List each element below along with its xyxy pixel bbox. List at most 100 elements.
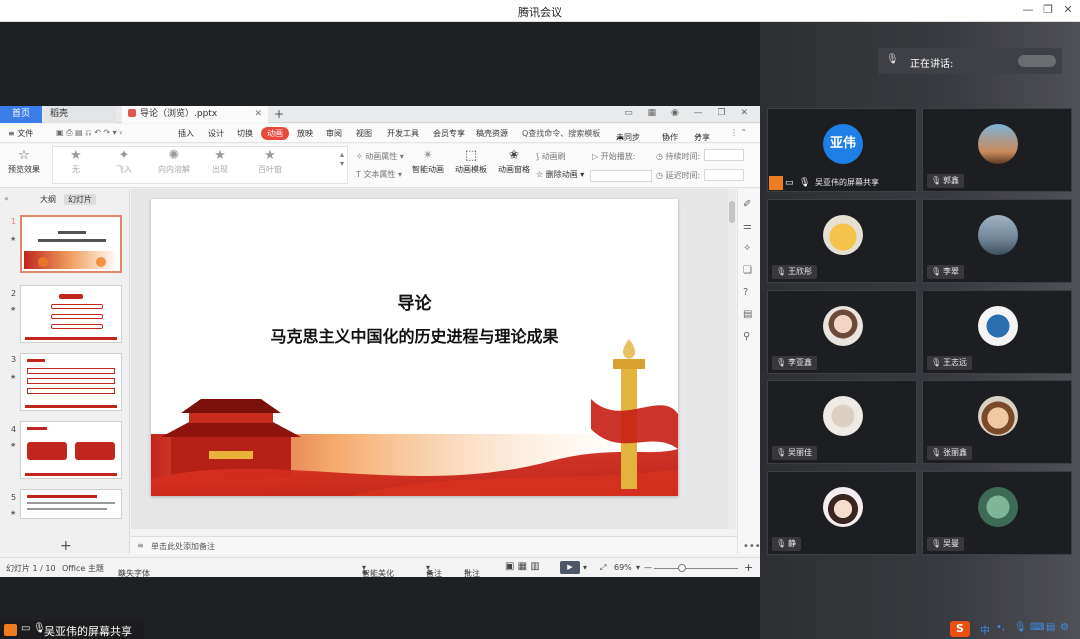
add-slide-icon[interactable]: + [60, 538, 72, 554]
menu-design[interactable]: 设计 [208, 128, 224, 139]
collapse-panel-icon[interactable]: « [4, 194, 9, 203]
slides-icon[interactable]: ❏ [743, 265, 752, 276]
preview-effect-button[interactable]: ☆ 预览效果 [8, 148, 40, 175]
anim-template-button[interactable]: ⬚ 动画模板 [455, 148, 487, 175]
participant-name-tag: ▭ 🎙︎ 吴亚伟的屏幕共享 [769, 176, 879, 190]
gallery-scroll-icon[interactable]: ▴ ▾ [340, 150, 344, 168]
slide-scrollbar[interactable] [728, 189, 736, 529]
scrollbar-thumb[interactable] [729, 201, 735, 223]
menu-insert[interactable]: 插入 [178, 128, 194, 139]
notes-pane[interactable]: ≡ 单击此处添加备注 [131, 536, 737, 554]
text-attr-dropdown[interactable]: T 文本属性 ▾ [356, 169, 402, 180]
thumb-row [51, 304, 103, 309]
slide-thumbnail-3[interactable] [20, 353, 122, 411]
zoom-slider[interactable] [654, 568, 738, 569]
current-slide[interactable]: 导论 马克思主义中国化的历史进程与理论成果 [151, 199, 678, 496]
skin-icon[interactable]: ▤ [1046, 622, 1055, 633]
menu-review[interactable]: 审阅 [326, 128, 342, 139]
anim-window-button[interactable]: ✬ 动画窗格 [498, 148, 530, 175]
tab-slides[interactable]: 幻灯片 [64, 194, 96, 205]
play-dropdown-icon[interactable]: ▾ [583, 563, 587, 572]
participant-tile-4[interactable]: 🎙︎ 李翠 [922, 199, 1072, 283]
notes-toggle-icon[interactable]: ≡ [137, 541, 144, 550]
effect-blinds[interactable]: ★ 百叶窗 [258, 148, 282, 175]
participant-tile-8[interactable]: 🎙︎ 张丽鑫 [922, 380, 1072, 464]
zoom-slider-knob[interactable] [678, 564, 686, 572]
effect-none[interactable]: ★ 无 [70, 148, 82, 175]
participant-tile-1[interactable]: 亚伟 ▭ 🎙︎ 吴亚伟的屏幕共享 [767, 108, 917, 192]
participant-tile-3[interactable]: 🎙︎ 王欣彤 [767, 199, 917, 283]
slide-thumbnail-4[interactable] [20, 421, 122, 479]
zoom-dropdown-icon[interactable]: ▾ [636, 563, 640, 572]
fit-window-icon[interactable]: ⤢ [600, 563, 606, 573]
participant-tile-7[interactable]: 🎙︎ 吴丽佳 [767, 380, 917, 464]
menu-slideshow[interactable]: 放映 [297, 128, 313, 139]
remove-anim-dropdown[interactable]: ☆ 删除动画 ▾ [536, 169, 584, 180]
anim-attr-dropdown[interactable]: ✧ 动画属性 ▾ [356, 151, 404, 162]
notes-button[interactable]: ≡ 备注 ▾ [426, 563, 442, 578]
restore-icon[interactable]: ❐ [1040, 3, 1056, 16]
effect-appear[interactable]: ★ 出现 [212, 148, 228, 175]
menu-resources[interactable]: 稿壳资源 [476, 128, 508, 139]
avatar: 亚伟 [823, 124, 863, 164]
new-tab-icon[interactable]: + [274, 106, 284, 123]
delay-input[interactable] [704, 169, 744, 181]
tools-icon[interactable]: ⚙ [1060, 622, 1069, 633]
anim-brush-button[interactable]: ⟆ 动画刷 [536, 151, 566, 162]
tab-outline[interactable]: 大纲 [40, 194, 56, 205]
command-search[interactable]: Q查找命令、搜索模板 [522, 128, 600, 139]
menu-developer[interactable]: 开发工具 [387, 128, 419, 139]
menu-view[interactable]: 视图 [356, 128, 372, 139]
smart-anim-button[interactable]: ✴ 智能动画 [412, 148, 444, 175]
menu-member[interactable]: 会员专享 [433, 128, 465, 139]
unsync-label: 未同步 [616, 133, 640, 142]
keyboard-icon[interactable]: ⌨ [1030, 622, 1044, 633]
menu-transition[interactable]: 切换 [237, 128, 253, 139]
input-language[interactable]: 中 [980, 622, 990, 637]
quick-access-icons[interactable]: ▣ ⎙ ▤ ⎌ ↶ ↷ ▾ ‹ [56, 128, 122, 138]
zoom-in-icon[interactable]: + [744, 561, 753, 574]
mic-muted-icon: 🎙︎ [776, 448, 787, 457]
participant-tile-9[interactable]: 🎙︎ 静 [767, 471, 917, 555]
more-dots-icon[interactable]: ••• [743, 541, 761, 552]
comment-icon[interactable]: ▤ [743, 309, 752, 320]
participant-tile-10[interactable]: 🎙︎ 吴曼 [922, 471, 1072, 555]
menu-animation[interactable]: 动画 [261, 127, 289, 140]
mic-muted-icon: 🎙︎ [931, 176, 942, 185]
effect-fly-in[interactable]: ✦ 飞入 [116, 148, 132, 175]
avatar [823, 396, 863, 436]
close-icon[interactable]: ✕ [1060, 3, 1076, 16]
settings-sliders-icon[interactable]: ⚌ [743, 221, 752, 232]
effect-dissolve-in[interactable]: ✺ 向内溶解 [158, 148, 190, 175]
slide-thumbnail-2[interactable] [20, 285, 122, 343]
duration-input[interactable] [704, 149, 744, 161]
slide-thumbnail-5[interactable] [20, 489, 122, 519]
zoom-out-icon[interactable]: — [644, 563, 652, 572]
more-icon[interactable]: ⋮ ⌃ [730, 128, 747, 137]
participant-name: 郭鑫 [943, 176, 959, 185]
file-menu[interactable]: ≡ 文件 [8, 128, 33, 139]
animation-pane-icon[interactable]: ✧ [743, 243, 751, 254]
tab-document[interactable]: 导论（浏览）.pptx ✕ [122, 106, 268, 123]
style-icon[interactable]: ✐ [743, 199, 751, 210]
sogou-ime-icon[interactable]: S [950, 621, 970, 637]
mic-icon[interactable]: 🎙︎ [1014, 622, 1027, 633]
tab-close-icon[interactable]: ✕ [254, 106, 262, 123]
tab-home[interactable]: 首页 [0, 106, 42, 123]
effect-appear-label: 出现 [212, 165, 228, 174]
participant-tile-6[interactable]: 🎙︎ 王志远 [922, 290, 1072, 374]
play-slideshow-button[interactable]: ▶ [560, 561, 580, 574]
participant-tile-2[interactable]: 🎙︎ 郭鑫 [922, 108, 1072, 192]
minimize-icon[interactable]: — [1020, 3, 1036, 16]
participant-name-tag: 🎙︎ 王志远 [927, 356, 972, 370]
start-play-select[interactable] [590, 170, 652, 182]
participant-tile-5[interactable]: 🎙︎ 李亚鑫 [767, 290, 917, 374]
punctuation-icon[interactable]: •, [996, 622, 1005, 633]
smart-beautify-button[interactable]: ◈ 智能美化 ▾ [362, 563, 394, 578]
view-mode-icons[interactable]: ▣ ▦ ▥ [505, 561, 540, 572]
slide-thumbnail-1[interactable] [20, 215, 122, 273]
help-icon[interactable]: ? [743, 287, 748, 298]
location-icon[interactable]: ⚲ [743, 331, 750, 342]
tab-daoke[interactable]: 稻壳 [44, 106, 116, 123]
effect-none-label: 无 [71, 165, 80, 174]
